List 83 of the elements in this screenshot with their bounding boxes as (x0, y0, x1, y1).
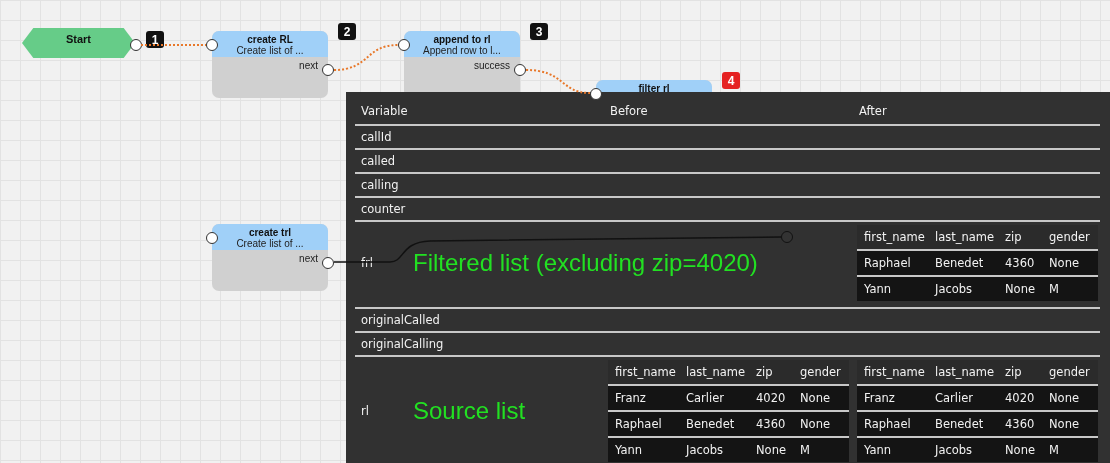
action-node[interactable]: create RL Create list of ... next (212, 31, 328, 98)
column-header: After (858, 104, 888, 118)
table-cell-text: 4360 (1004, 256, 1036, 270)
table-cell-text: M (799, 443, 811, 457)
column-header: Before (609, 104, 649, 118)
table-cell-text: Jacobs (933, 282, 974, 296)
table-cell-text: Jacobs (684, 443, 725, 457)
node-title: create RL (247, 34, 293, 45)
table-cell-text: None (1004, 282, 1036, 296)
node-title: create trl (248, 227, 292, 238)
table-cell-text: M (1048, 443, 1060, 457)
table-cell-text: None (799, 391, 831, 405)
node-description: Append row to l... (423, 45, 501, 57)
table-header: last_name (685, 365, 747, 379)
table-header: first_name (863, 365, 926, 379)
table-cell-text: Raphael (863, 256, 912, 270)
connector-line (525, 69, 591, 94)
table-header: last_name (934, 365, 996, 379)
connector-line (140, 44, 207, 46)
variable-name: originalCalling (361, 337, 444, 351)
table-cell-text: 4020 (755, 391, 787, 405)
table-header: zip (1004, 365, 1023, 379)
table-cell-text: Benedet (685, 417, 736, 431)
table-cell-text: Yann (863, 282, 893, 296)
table-cell-text: Carlier (934, 391, 974, 405)
table-cell-text: Benedet (934, 417, 985, 431)
variable-name: callId (361, 130, 393, 144)
annotation-text: Filtered list (excluding zip=4020) (413, 249, 758, 277)
table-cell-text: M (1048, 282, 1060, 296)
input-port[interactable] (206, 39, 218, 51)
variable-name: counter (361, 202, 407, 216)
table-header: gender (1048, 365, 1091, 379)
step-badge: 3 (530, 23, 548, 40)
table-cell-text: Franz (863, 391, 896, 405)
variable-name: called (361, 154, 397, 168)
variable-name: frl (361, 256, 374, 270)
table-cell-text: Jacobs (933, 443, 974, 457)
step-badge: 1 (146, 31, 164, 48)
table-cell-text: None (755, 443, 787, 457)
table-cell-text: Yann (863, 443, 893, 457)
table-cell-text: Raphael (863, 417, 912, 431)
input-port[interactable] (590, 88, 602, 100)
table-cell-text: 4020 (1004, 391, 1036, 405)
port-label: next (299, 60, 318, 71)
table-cell-text: 4360 (755, 417, 787, 431)
connector-line (333, 44, 399, 71)
node-description: Create list of ... (236, 45, 304, 57)
port-label: success (473, 60, 510, 71)
table-cell-text: Raphael (614, 417, 663, 431)
input-port[interactable] (398, 39, 410, 51)
node-title: filter rl (638, 83, 670, 94)
variable-name: rl (361, 404, 370, 418)
node-description: Create list of ... (236, 238, 304, 250)
table-cell-text: None (1048, 417, 1080, 431)
output-port[interactable] (130, 39, 142, 51)
table-header: last_name (934, 230, 996, 244)
table-header: zip (1004, 230, 1023, 244)
table-cell-text: None (1048, 256, 1080, 270)
table-cell-text: None (1004, 443, 1036, 457)
input-port[interactable] (206, 232, 218, 244)
start-node[interactable]: Start (22, 28, 135, 58)
table-cell-text: None (1048, 391, 1080, 405)
table-cell-text: 4360 (1004, 417, 1036, 431)
node-title: append to rl (433, 34, 491, 45)
column-header: Variable (360, 104, 409, 118)
step-badge: 2 (338, 23, 356, 40)
action-node[interactable]: create trl Create list of ... next (212, 224, 328, 291)
table-cell-text: Carlier (685, 391, 725, 405)
node-title: Start (65, 32, 92, 47)
port-label: next (299, 253, 318, 264)
table-header: gender (799, 365, 842, 379)
table-header: first_name (863, 230, 926, 244)
table-cell-text: None (799, 417, 831, 431)
annotation-text: Source list (413, 397, 526, 425)
variable-name: calling (361, 178, 400, 192)
table-cell-text: Franz (614, 391, 647, 405)
variable-name: originalCalled (361, 313, 440, 327)
table-header: gender (1048, 230, 1091, 244)
table-header: first_name (614, 365, 677, 379)
table-header: zip (755, 365, 774, 379)
step-badge: 4 (722, 72, 740, 89)
table-cell-text: Yann (614, 443, 644, 457)
table-cell-text: Benedet (934, 256, 985, 270)
